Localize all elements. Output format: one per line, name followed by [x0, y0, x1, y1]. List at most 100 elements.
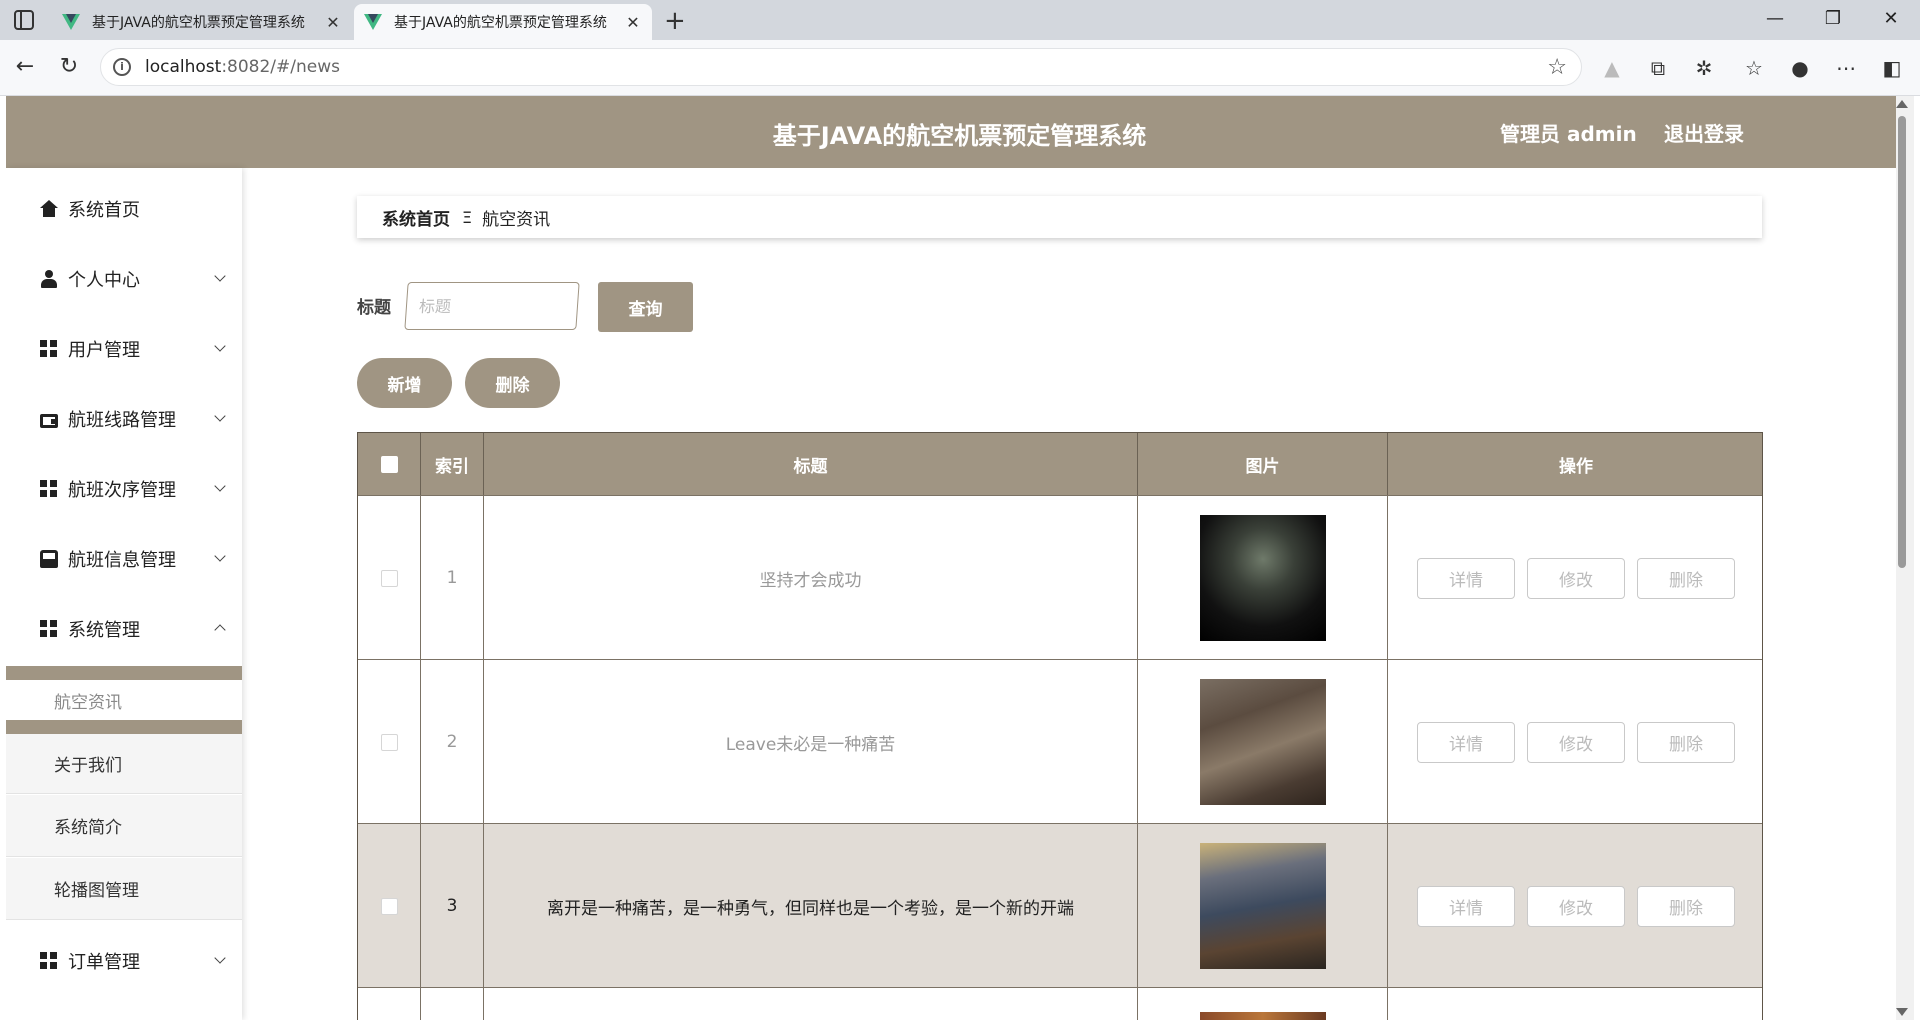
news-table: 索引 标题 图片 操作 1 坚持才会成功 详情 修改 删除 2 Leave未必是…	[357, 432, 1763, 1020]
detail-button[interactable]: 详情	[1417, 557, 1515, 599]
active-indicator-bottom	[6, 720, 242, 734]
delete-button[interactable]: 删除	[1637, 721, 1735, 763]
sidebar-subitem-label: 航空资讯	[54, 692, 122, 713]
detail-button[interactable]: 详情	[1417, 885, 1515, 927]
row-select-cell	[358, 824, 421, 988]
chevron-down-icon	[214, 410, 226, 422]
scroll-down-icon[interactable]	[1896, 1008, 1908, 1016]
sidebar-subitem-about[interactable]: 关于我们	[6, 734, 242, 794]
row-actions	[1388, 988, 1764, 1020]
browser-tab-2[interactable]: 基于JAVA的航空机票预定管理系统 ✕	[354, 4, 652, 40]
table-row	[358, 987, 1762, 1020]
sidebar-subitem-label: 系统简介	[54, 818, 122, 838]
sidebar-item-users[interactable]: 用户管理	[6, 314, 242, 384]
table-header: 索引 标题 图片 操作	[358, 433, 1762, 495]
sidebar-item-label: 航班线路管理	[68, 410, 176, 431]
sidebar-item-orders[interactable]: 订单管理	[6, 926, 242, 996]
select-all-checkbox[interactable]	[380, 455, 398, 473]
reload-icon[interactable]: ↻	[54, 52, 84, 82]
news-thumbnail	[1199, 515, 1326, 641]
chevron-down-icon	[214, 270, 226, 282]
app-root: 基于JAVA的航空机票预定管理系统 管理员 admin 退出登录 系统首页 个人…	[6, 96, 1896, 1020]
row-image-cell	[1138, 496, 1388, 660]
sidebar-item-home[interactable]: 系统首页	[6, 174, 242, 244]
site-info-icon[interactable]: i	[113, 58, 131, 76]
row-title	[484, 988, 1138, 1020]
sidebar-item-schedule[interactable]: 航班次序管理	[6, 454, 242, 524]
row-select-cell	[358, 496, 421, 660]
row-actions: 详情 修改 删除	[1388, 660, 1764, 824]
tab-title: 基于JAVA的航空机票预定管理系统	[92, 15, 305, 31]
sidebar-item-label: 订单管理	[68, 952, 140, 973]
sidebar-item-system[interactable]: 系统管理	[6, 594, 242, 664]
chevron-down-icon	[214, 952, 226, 964]
sidebar-item-profile[interactable]: 个人中心	[6, 244, 242, 314]
sidebar-item-routes[interactable]: 航班线路管理	[6, 384, 242, 454]
browser-tab-1[interactable]: 基于JAVA的航空机票预定管理系统 ✕	[52, 4, 352, 40]
tab-actions-icon[interactable]	[14, 10, 34, 30]
news-thumbnail	[1199, 1012, 1326, 1020]
sidebar-item-label: 用户管理	[68, 340, 140, 361]
chevron-up-icon	[214, 624, 226, 636]
query-button[interactable]: 查询	[598, 282, 693, 332]
sidebar-item-flights[interactable]: 航班信息管理	[6, 524, 242, 594]
restore-icon[interactable]: ❐	[1818, 8, 1848, 29]
url-text: localhost:8082/#/news	[145, 57, 340, 77]
breadcrumb-home[interactable]: 系统首页	[382, 205, 450, 230]
copilot-icon[interactable]: ⧉	[1644, 54, 1672, 82]
url-field[interactable]: i localhost:8082/#/news ☆	[100, 48, 1582, 86]
user-icon	[40, 270, 58, 288]
breadcrumb-separator: Ξ	[462, 207, 473, 227]
new-tab-icon[interactable]: +	[664, 6, 686, 36]
edit-button[interactable]: 修改	[1527, 557, 1625, 599]
add-button[interactable]: 新增	[357, 358, 452, 408]
row-title: 离开是一种痛苦，是一种勇气，但同样也是一个考验，是一个新的开端	[484, 824, 1138, 988]
close-tab-icon[interactable]: ✕	[624, 13, 642, 32]
favorite-star-icon[interactable]: ☆	[1547, 55, 1567, 80]
edit-button[interactable]: 修改	[1527, 721, 1625, 763]
address-bar: ← ↻ i localhost:8082/#/news ☆ ▲ ⧉ ✲ ☆ ● …	[0, 40, 1920, 96]
sidebar-panel-icon[interactable]: ◧	[1878, 54, 1906, 82]
batch-delete-button[interactable]: 删除	[465, 358, 560, 408]
row-checkbox[interactable]	[380, 733, 398, 751]
breadcrumb-current: 航空资讯	[482, 209, 551, 230]
window-close-icon[interactable]: ✕	[1876, 8, 1906, 29]
breadcrumb: 系统首页 Ξ 航空资讯	[357, 196, 1762, 238]
table-row: 3 离开是一种痛苦，是一种勇气，但同样也是一个考验，是一个新的开端 详情 修改 …	[358, 823, 1762, 988]
row-index	[421, 988, 484, 1020]
sidebar-subitem-intro[interactable]: 系统简介	[6, 795, 242, 857]
minimize-icon[interactable]: —	[1760, 8, 1790, 29]
grid-icon	[40, 340, 58, 358]
row-checkbox[interactable]	[380, 897, 398, 915]
delete-button[interactable]: 删除	[1637, 885, 1735, 927]
sidebar-subitem-news[interactable]: 航空资讯	[6, 680, 242, 720]
row-checkbox[interactable]	[380, 569, 398, 587]
more-menu-icon[interactable]: ⋯	[1832, 54, 1860, 82]
sidebar-item-label: 航班信息管理	[68, 550, 176, 571]
edit-button[interactable]: 修改	[1527, 885, 1625, 927]
sidebar-subitem-carousel[interactable]: 轮播图管理	[6, 858, 242, 920]
logout-button[interactable]: 退出登录	[1664, 118, 1744, 147]
title-search-input[interactable]	[404, 282, 580, 330]
scroll-up-icon[interactable]	[1896, 100, 1908, 108]
header-actions: 操作	[1559, 456, 1593, 477]
url-host: localhost	[145, 57, 222, 77]
wallet-icon	[40, 414, 58, 428]
extensions-icon[interactable]: ✲	[1690, 54, 1718, 82]
detail-button[interactable]: 详情	[1417, 721, 1515, 763]
grid-icon	[40, 480, 58, 498]
profile-avatar-icon[interactable]: ●	[1786, 54, 1814, 82]
back-icon[interactable]: ←	[10, 52, 40, 82]
home-icon	[40, 200, 58, 218]
scrollbar-thumb[interactable]	[1898, 116, 1906, 568]
favorites-icon[interactable]: ☆	[1740, 54, 1768, 82]
read-aloud-icon[interactable]: ▲	[1598, 54, 1626, 82]
delete-button[interactable]: 删除	[1637, 557, 1735, 599]
grid-icon	[40, 952, 58, 970]
row-select-cell	[358, 988, 421, 1020]
close-tab-icon[interactable]: ✕	[324, 13, 342, 32]
sidebar-item-label: 航班次序管理	[68, 480, 176, 501]
sidebar-subitem-label: 轮播图管理	[54, 881, 139, 901]
chevron-down-icon	[214, 340, 226, 352]
search-label: 标题	[357, 298, 391, 318]
